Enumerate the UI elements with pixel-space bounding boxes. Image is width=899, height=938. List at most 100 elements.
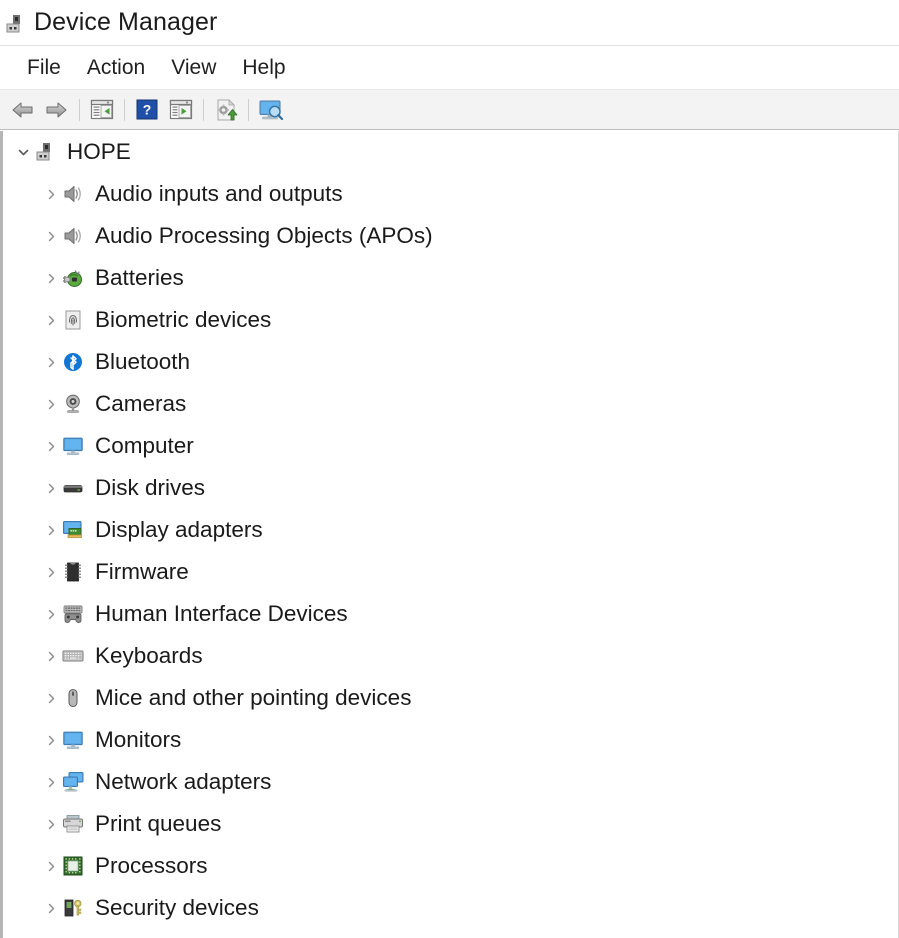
chevron-right-icon[interactable] xyxy=(40,398,62,411)
tree-item-label: Mice and other pointing devices xyxy=(95,684,412,710)
chevron-right-icon[interactable] xyxy=(40,524,62,537)
chevron-right-icon[interactable] xyxy=(40,860,62,873)
menu-action[interactable]: Action xyxy=(74,55,158,80)
tree-row-mice-and-other-pointing-devices[interactable]: Mice and other pointing devices xyxy=(3,677,898,719)
menu-help[interactable]: Help xyxy=(229,55,298,80)
menu-file[interactable]: File xyxy=(14,55,74,80)
chevron-right-icon[interactable] xyxy=(40,818,62,831)
fingerprint-icon xyxy=(62,309,84,331)
menu-view[interactable]: View xyxy=(158,55,229,80)
network-adapter-icon xyxy=(62,771,84,793)
battery-icon xyxy=(62,267,84,289)
tree-row-firmware[interactable]: Firmware xyxy=(3,551,898,593)
tree-row-processors[interactable]: Processors xyxy=(3,845,898,887)
disk-drive-icon xyxy=(62,477,84,499)
tree-item-label: Display adapters xyxy=(95,516,263,542)
scan-for-hardware-changes-icon xyxy=(258,99,284,121)
forward-arrow-icon xyxy=(45,100,69,120)
tree-item-label: Audio inputs and outputs xyxy=(95,180,343,206)
tree-item-label: Biometric devices xyxy=(95,306,272,332)
tree-row-network-adapters[interactable]: Network adapters xyxy=(3,761,898,803)
chevron-right-icon[interactable] xyxy=(40,356,62,369)
chevron-right-icon[interactable] xyxy=(40,566,62,579)
tree-row-print-queues[interactable]: Print queues xyxy=(3,803,898,845)
svg-text:?: ? xyxy=(143,102,152,118)
show-hide-console-tree-icon xyxy=(90,99,114,120)
toolbar-separator xyxy=(124,98,125,121)
security-device-icon xyxy=(62,897,84,919)
tree-item-label: Monitors xyxy=(95,726,182,752)
tree-row-keyboards[interactable]: Keyboards xyxy=(3,635,898,677)
back-arrow-icon xyxy=(11,100,35,120)
tree-item-label: Bluetooth xyxy=(95,348,191,374)
tree-row-biometric-devices[interactable]: Biometric devices xyxy=(3,299,898,341)
tree-row-security-devices[interactable]: Security devices xyxy=(3,887,898,929)
printer-icon xyxy=(62,813,84,835)
properties-icon xyxy=(169,99,193,120)
chevron-right-icon[interactable] xyxy=(40,650,62,663)
tree-row-cameras[interactable]: Cameras xyxy=(3,383,898,425)
tree-row-batteries[interactable]: Batteries xyxy=(3,257,898,299)
chevron-right-icon[interactable] xyxy=(40,230,62,243)
tree-row-root[interactable]: HOPE xyxy=(3,131,898,173)
chevron-right-icon[interactable] xyxy=(40,692,62,705)
tree-item-label: Print queues xyxy=(95,810,222,836)
tree-row-disk-drives[interactable]: Disk drives xyxy=(3,467,898,509)
chevron-right-icon[interactable] xyxy=(40,188,62,201)
chevron-right-icon[interactable] xyxy=(40,482,62,495)
tree-item-label: Keyboards xyxy=(95,642,203,668)
keyboard-icon xyxy=(62,645,84,667)
processor-icon xyxy=(62,855,84,877)
update-driver-icon xyxy=(214,98,238,121)
chevron-right-icon[interactable] xyxy=(40,734,62,747)
toolbar-scan-hardware-button[interactable] xyxy=(254,95,288,125)
tree-item-label: Audio Processing Objects (APOs) xyxy=(95,222,433,248)
monitor-icon xyxy=(62,435,84,457)
tree-item-label: Processors xyxy=(95,852,208,878)
device-tree-pane[interactable]: HOPE Audio inputs and outputs Audio Proc… xyxy=(0,131,899,938)
monitor-icon xyxy=(62,729,84,751)
toolbar-separator xyxy=(79,98,80,121)
speaker-icon xyxy=(62,183,84,205)
tree-row-human-interface-devices[interactable]: Human Interface Devices xyxy=(3,593,898,635)
tree-row-computer[interactable]: Computer xyxy=(3,425,898,467)
tree-row-audio-inputs-and-outputs[interactable]: Audio inputs and outputs xyxy=(3,173,898,215)
bluetooth-icon xyxy=(62,351,84,373)
toolbar-forward-button[interactable] xyxy=(40,95,74,125)
chevron-right-icon[interactable] xyxy=(40,440,62,453)
toolbar: ? xyxy=(0,90,899,130)
title-bar: Device Manager xyxy=(0,0,899,45)
tree-item-label: Computer xyxy=(95,432,194,458)
tree-item-label: Network adapters xyxy=(95,768,272,794)
hid-gamepad-icon xyxy=(62,603,84,625)
toolbar-show-hide-console-tree-button[interactable] xyxy=(85,95,119,125)
chevron-right-icon[interactable] xyxy=(40,272,62,285)
toolbar-back-button[interactable] xyxy=(6,95,40,125)
toolbar-help-button[interactable]: ? xyxy=(130,95,164,125)
help-icon: ? xyxy=(136,99,158,120)
display-adapter-icon xyxy=(62,519,84,541)
tree-row-monitors[interactable]: Monitors xyxy=(3,719,898,761)
menu-bar: File Action View Help xyxy=(0,45,899,90)
device-manager-window: Device Manager File Action View Help ? H… xyxy=(0,0,899,938)
camera-icon xyxy=(62,393,84,415)
computer-node-icon xyxy=(34,141,56,163)
chevron-right-icon[interactable] xyxy=(40,776,62,789)
toolbar-update-driver-button[interactable] xyxy=(209,95,243,125)
chevron-right-icon[interactable] xyxy=(40,314,62,327)
chevron-right-icon[interactable] xyxy=(40,902,62,915)
toolbar-properties-button[interactable] xyxy=(164,95,198,125)
tree-item-label: Human Interface Devices xyxy=(95,600,348,626)
toolbar-separator xyxy=(203,98,204,121)
tree-row-bluetooth[interactable]: Bluetooth xyxy=(3,341,898,383)
toolbar-separator xyxy=(248,98,249,121)
mouse-icon xyxy=(62,687,84,709)
window-title: Device Manager xyxy=(34,8,218,36)
tree-row-audio-processing-objects[interactable]: Audio Processing Objects (APOs) xyxy=(3,215,898,257)
tree-item-label: Cameras xyxy=(95,390,187,416)
chevron-right-icon[interactable] xyxy=(40,608,62,621)
tree-row-display-adapters[interactable]: Display adapters xyxy=(3,509,898,551)
device-manager-icon xyxy=(4,13,26,35)
chevron-down-icon[interactable] xyxy=(12,146,34,159)
tree-root-label: HOPE xyxy=(67,138,131,164)
